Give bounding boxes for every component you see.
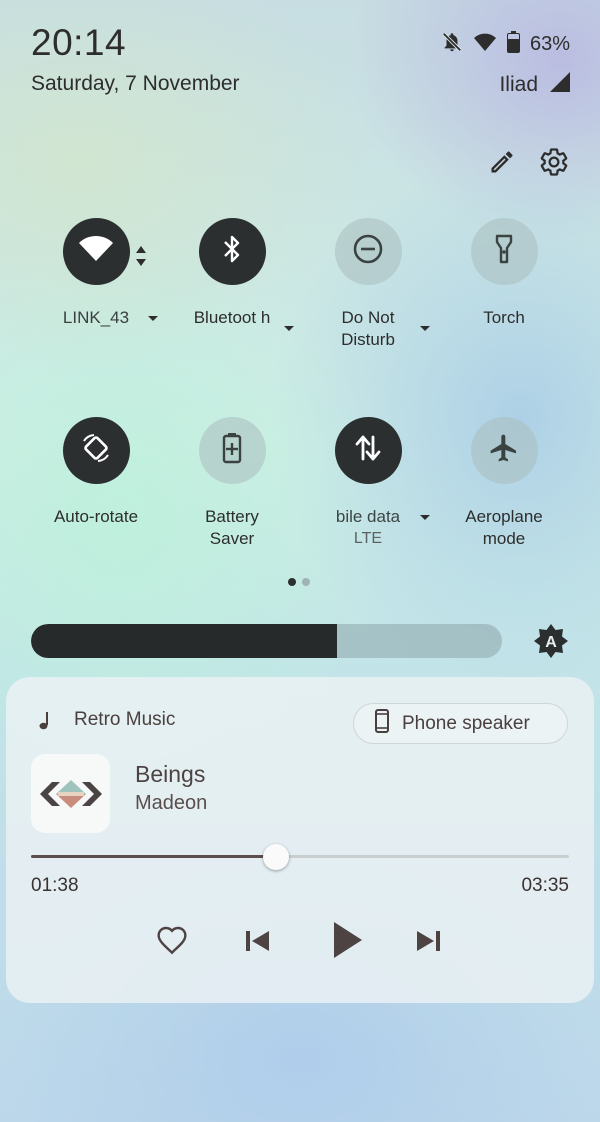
tile-label-wifi: LINK_43 [62, 308, 130, 327]
tile-battery-saver[interactable]: Battery Saver [164, 417, 300, 550]
tile-label-mobile-data: bile data [335, 507, 401, 526]
previous-button[interactable] [240, 926, 274, 960]
chevron-down-icon[interactable] [284, 326, 294, 331]
media-app-name: Retro Music [74, 709, 176, 730]
tile-auto-rotate[interactable]: Auto-rotate [28, 417, 164, 528]
gear-icon [539, 148, 569, 181]
tile-label-battery-saver: Battery Saver [205, 507, 259, 548]
svg-text:A: A [545, 634, 557, 651]
tile-torch[interactable]: Torch [436, 218, 572, 329]
total-time: 03:35 [521, 875, 569, 896]
tile-label-bluetooth: Bluetoot h [193, 308, 271, 327]
battery-icon [506, 30, 520, 58]
album-art [31, 754, 110, 833]
heart-icon [156, 925, 188, 960]
skip-previous-icon [243, 928, 271, 959]
aeroplane-toggle[interactable] [470, 417, 538, 484]
status-icons: 63% [441, 30, 570, 58]
next-button[interactable] [412, 926, 446, 960]
auto-brightness-icon: A [533, 624, 569, 663]
edit-button[interactable] [488, 148, 516, 176]
seek-bar[interactable] [31, 855, 569, 858]
tile-label-auto-rotate: Auto-rotate [53, 507, 139, 526]
tile-aeroplane-mode[interactable]: Aeroplane mode [436, 417, 572, 550]
tile-label-dnd: Do Not Disturb [341, 308, 395, 349]
play-button[interactable] [324, 920, 368, 964]
auto-rotate-toggle[interactable] [62, 417, 130, 484]
output-device-label: Phone speaker [402, 712, 530, 734]
tile-bluetooth[interactable]: Bluetoot h [164, 218, 300, 331]
torch-toggle[interactable] [470, 218, 538, 285]
signal-icon [550, 72, 570, 98]
page-dot [302, 578, 310, 586]
tile-label-torch: Torch [483, 308, 525, 327]
tile-wifi[interactable]: LINK_43 [28, 218, 164, 329]
clock: 20:14 [31, 22, 127, 63]
like-button[interactable] [152, 924, 192, 960]
battery-percent: 63% [529, 32, 570, 55]
battery-saver-icon [222, 432, 242, 469]
carrier-info: Iliad [499, 72, 570, 98]
play-icon [328, 920, 364, 965]
bluetooth-toggle[interactable] [198, 218, 266, 285]
battery-saver-toggle[interactable] [198, 417, 266, 484]
bluetooth-icon [221, 234, 243, 269]
wifi-toggle[interactable] [62, 218, 130, 285]
do-not-disturb-icon [352, 233, 384, 270]
mobile-data-toggle[interactable] [334, 417, 402, 484]
music-note-icon [37, 711, 53, 736]
pencil-icon [488, 151, 516, 180]
settings-button[interactable] [539, 147, 569, 177]
date: Saturday, 7 November [31, 72, 240, 95]
chevron-down-icon[interactable] [148, 316, 158, 321]
chevron-down-icon[interactable] [420, 515, 430, 520]
artist-name: Madeon [135, 792, 208, 814]
auto-brightness-button[interactable]: A [533, 623, 569, 659]
phone-icon [374, 708, 390, 739]
torch-icon [493, 234, 515, 269]
chevron-down-icon[interactable] [420, 326, 430, 331]
tile-do-not-disturb[interactable]: Do Not Disturb [300, 218, 436, 351]
song-title: Beings [135, 761, 206, 787]
brightness-slider[interactable] [31, 624, 502, 658]
elapsed-time: 01:38 [31, 875, 79, 896]
page-indicator [288, 578, 310, 586]
page-dot-active [288, 578, 296, 586]
carrier-name: Iliad [499, 73, 538, 96]
wifi-icon [473, 31, 497, 58]
dnd-toggle[interactable] [334, 218, 402, 285]
tile-mobile-data[interactable]: bile data LTE [300, 417, 436, 550]
auto-rotate-icon [79, 431, 113, 470]
wifi-activity-icon [136, 246, 146, 271]
output-device-chip[interactable]: Phone speaker [353, 703, 568, 744]
airplane-icon [488, 432, 520, 469]
mobile-data-icon [353, 433, 383, 468]
notifications-off-icon [441, 31, 463, 58]
skip-next-icon [415, 928, 443, 959]
tile-sub-mobile-data: LTE [353, 530, 383, 547]
wifi-icon [78, 234, 114, 269]
seek-progress [31, 855, 277, 858]
tile-label-aeroplane: Aeroplane mode [465, 507, 543, 548]
brightness-fill [31, 624, 338, 658]
